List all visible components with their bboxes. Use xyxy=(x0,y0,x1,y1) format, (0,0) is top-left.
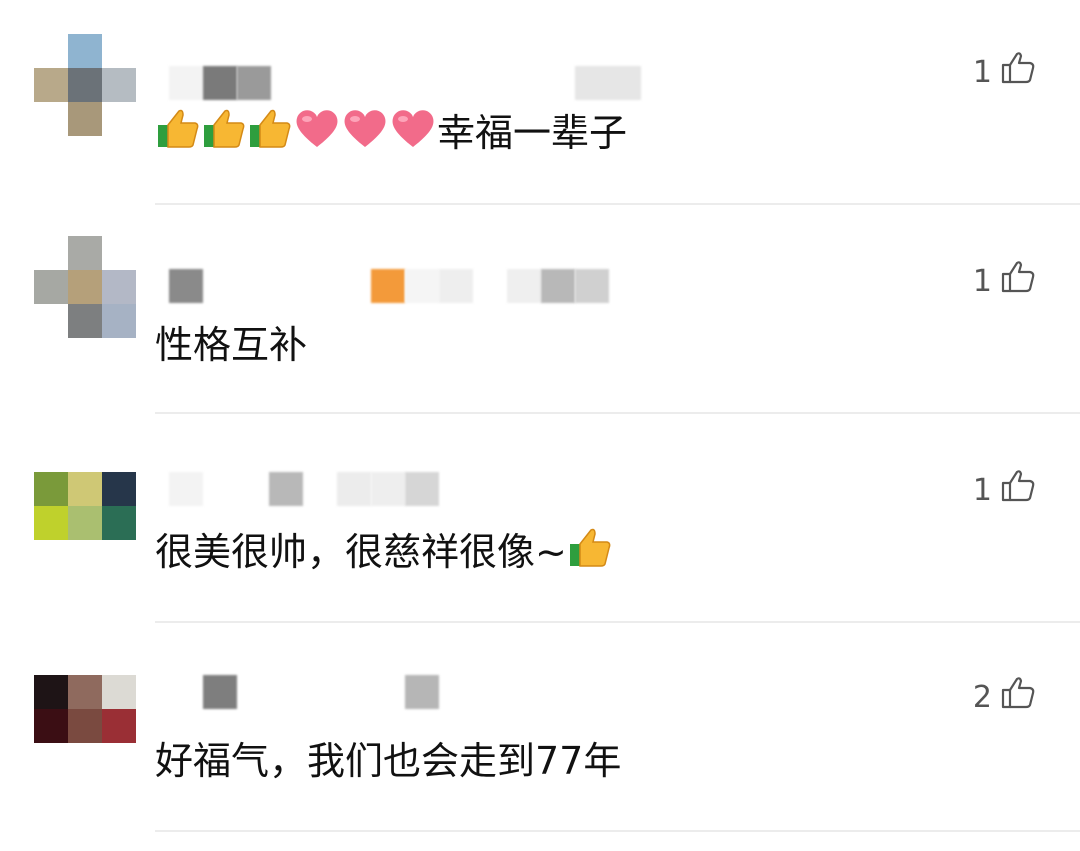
username-blurred[interactable] xyxy=(155,269,655,309)
comment-text: 好福气，我们也会走到77年 xyxy=(155,738,621,784)
comment-text: 幸福一辈子 xyxy=(155,109,628,161)
divider xyxy=(155,203,1080,205)
like-button[interactable]: 1 xyxy=(973,261,1036,301)
avatar[interactable] xyxy=(34,34,136,136)
username-blurred[interactable] xyxy=(155,472,655,512)
divider xyxy=(155,830,1080,832)
like-button[interactable]: 2 xyxy=(973,677,1036,717)
avatar[interactable] xyxy=(34,472,136,540)
comment-item: 好福气，我们也会走到77年 2 xyxy=(0,627,1080,836)
comment-text: 很美很帅，很慈祥很像~ xyxy=(155,528,613,580)
thumbs-up-emoji-1 xyxy=(155,105,201,161)
avatar[interactable] xyxy=(34,236,136,338)
thumbs-up-outline-icon xyxy=(1000,468,1036,512)
username-blurred[interactable] xyxy=(155,66,655,106)
thumbs-up-emoji xyxy=(567,524,613,580)
avatar[interactable] xyxy=(34,675,136,743)
thumbs-up-outline-icon xyxy=(1000,259,1036,303)
comment-body: 性格互补 xyxy=(155,323,308,367)
comment-body: 幸福一辈子 xyxy=(437,111,628,155)
thumbs-up-outline-icon xyxy=(1000,675,1036,719)
heart-emoji-1 xyxy=(293,105,341,161)
comment-item: 性格互补 1 xyxy=(0,209,1080,418)
username-blurred[interactable] xyxy=(155,675,655,715)
thumbs-up-emoji-2 xyxy=(201,105,247,161)
divider xyxy=(155,621,1080,623)
like-count: 1 xyxy=(972,54,992,90)
heart-emoji-2 xyxy=(341,105,389,161)
comment-text: 性格互补 xyxy=(155,322,307,368)
like-count: 1 xyxy=(972,263,992,299)
like-count: 2 xyxy=(972,679,992,715)
divider xyxy=(155,412,1080,414)
thumbs-up-emoji-3 xyxy=(247,105,293,161)
like-count: 1 xyxy=(972,472,992,508)
comment-body: 很美很帅，很慈祥很像~ xyxy=(155,530,567,574)
comment-item: 很美很帅，很慈祥很像~ 1 xyxy=(0,418,1080,627)
heart-emoji-3 xyxy=(389,105,437,161)
thumbs-up-outline-icon xyxy=(1000,50,1036,94)
like-button[interactable]: 1 xyxy=(973,470,1036,510)
comment-body: 好福气，我们也会走到77年 xyxy=(155,739,622,783)
like-button[interactable]: 1 xyxy=(973,52,1036,92)
comment-item: 幸福一辈子 1 xyxy=(0,0,1080,209)
